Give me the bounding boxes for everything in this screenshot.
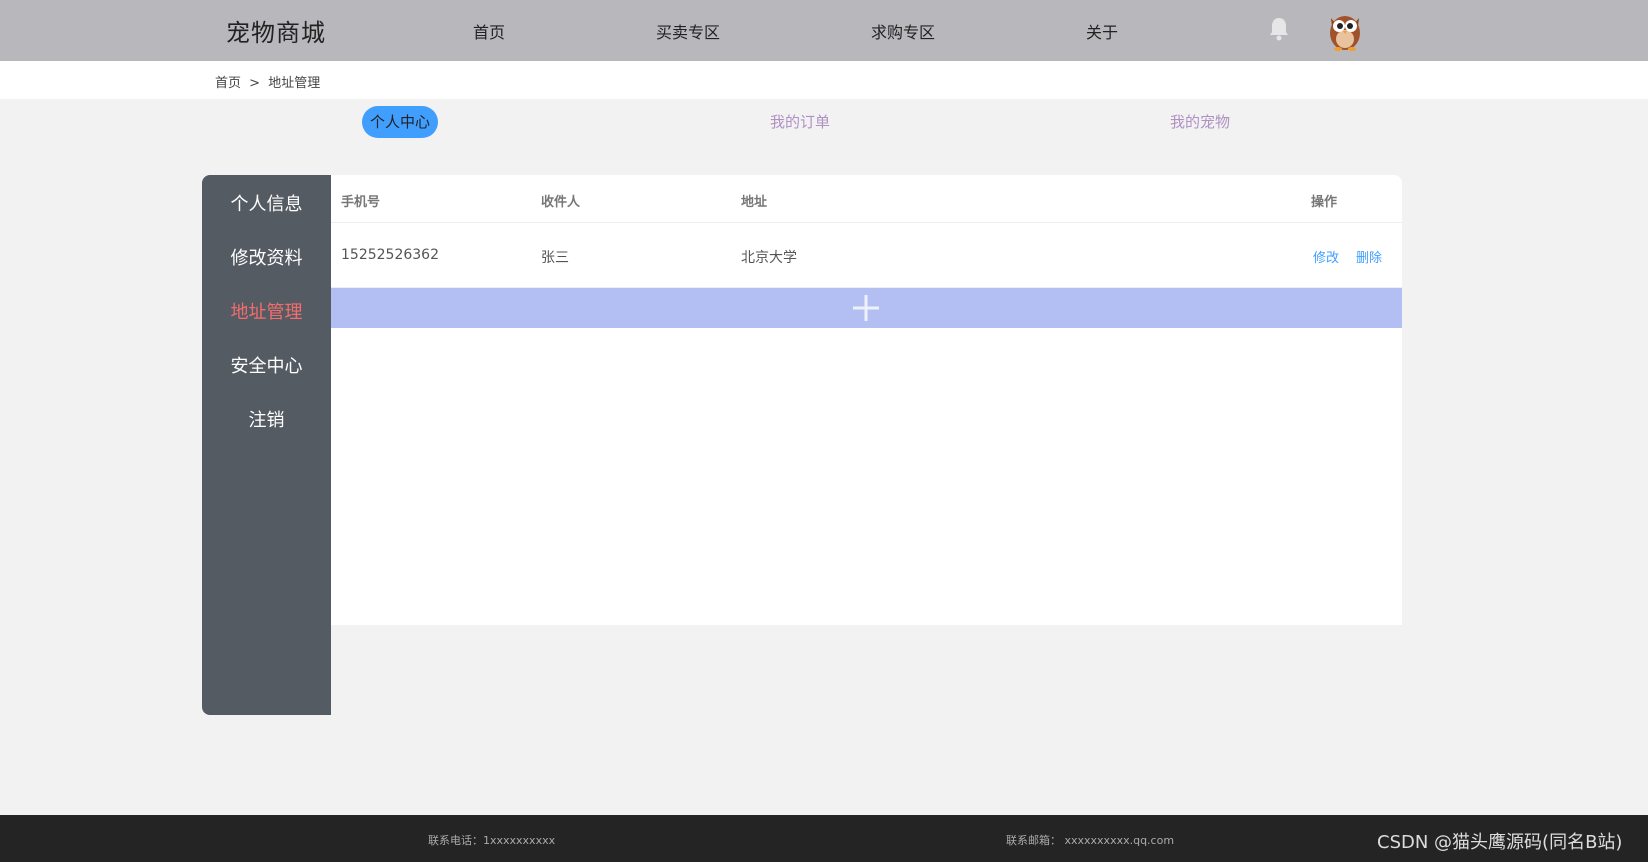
bell-icon[interactable]: [1267, 16, 1291, 42]
breadcrumb-separator: >: [249, 76, 261, 91]
delete-address-button[interactable]: 删除: [1356, 247, 1382, 266]
nav-about[interactable]: 关于: [1086, 19, 1118, 43]
header-divider: [331, 222, 1402, 223]
add-address-button[interactable]: [331, 288, 1402, 328]
footer: 联系电话：1xxxxxxxxxx 联系邮箱： xxxxxxxxxx.qq.com…: [0, 815, 1648, 862]
footer-email: 联系邮箱： xxxxxxxxxx.qq.com: [1006, 834, 1175, 847]
plus-icon: [853, 295, 879, 321]
sidebar-item-security-center[interactable]: 安全中心: [202, 352, 331, 378]
watermark: CSDN @猫头鹰源码(同名B站): [1377, 832, 1623, 853]
sidebar-item-personal-info[interactable]: 个人信息: [202, 190, 331, 216]
sidebar: 个人信息 修改资料 地址管理 安全中心 注销: [202, 175, 331, 715]
footer-phone: 联系电话：1xxxxxxxxxx: [428, 834, 556, 847]
tab-my-pets[interactable]: 我的宠物: [1162, 106, 1238, 138]
site-logo[interactable]: 宠物商城: [226, 13, 326, 48]
cell-recipient: 张三: [541, 250, 569, 266]
top-navbar: 宠物商城 首页 买卖专区 求购专区 关于: [0, 0, 1648, 61]
column-header-address: 地址: [741, 195, 768, 210]
breadcrumb-bar: 首页 > 地址管理: [0, 61, 1648, 99]
breadcrumb-current: 地址管理: [268, 76, 321, 91]
breadcrumb: 首页 > 地址管理: [215, 72, 320, 91]
column-header-phone: 手机号: [341, 195, 381, 210]
column-header-recipient: 收件人: [541, 195, 581, 210]
tab-personal-center[interactable]: 个人中心: [362, 106, 439, 138]
edit-address-button[interactable]: 修改: [1313, 247, 1339, 266]
sidebar-item-logout[interactable]: 注销: [202, 406, 331, 432]
breadcrumb-home[interactable]: 首页: [215, 76, 241, 91]
address-table: 手机号 收件人 地址 操作 15252526362 张三 北京大学 修改 删除: [331, 175, 1402, 625]
tab-my-orders[interactable]: 我的订单: [762, 106, 838, 138]
owl-avatar[interactable]: [1322, 6, 1368, 52]
sidebar-item-address-management[interactable]: 地址管理: [202, 298, 331, 324]
nav-home[interactable]: 首页: [473, 19, 505, 43]
cell-phone: 15252526362: [341, 247, 439, 263]
cell-address: 北京大学: [741, 250, 797, 266]
nav-trade-zone[interactable]: 买卖专区: [656, 19, 720, 43]
column-header-actions: 操作: [1311, 195, 1338, 210]
nav-wanted-zone[interactable]: 求购专区: [871, 19, 935, 43]
sidebar-item-edit-profile[interactable]: 修改资料: [202, 244, 331, 270]
